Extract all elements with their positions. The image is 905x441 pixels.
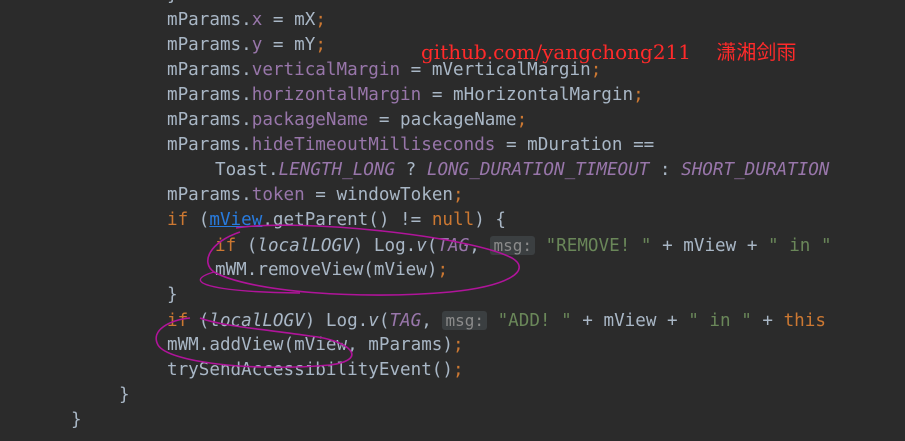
annotation-loop-remove — [207, 224, 520, 296]
handwritten-annotations — [155, 224, 520, 369]
watermark: github.com/yangchong211 潇湘剑雨 — [421, 40, 797, 64]
annotation-loop-add — [155, 317, 353, 369]
code-editor[interactable]: }mParams.x = mX;mParams.y = mY;mParams.v… — [0, 0, 905, 441]
